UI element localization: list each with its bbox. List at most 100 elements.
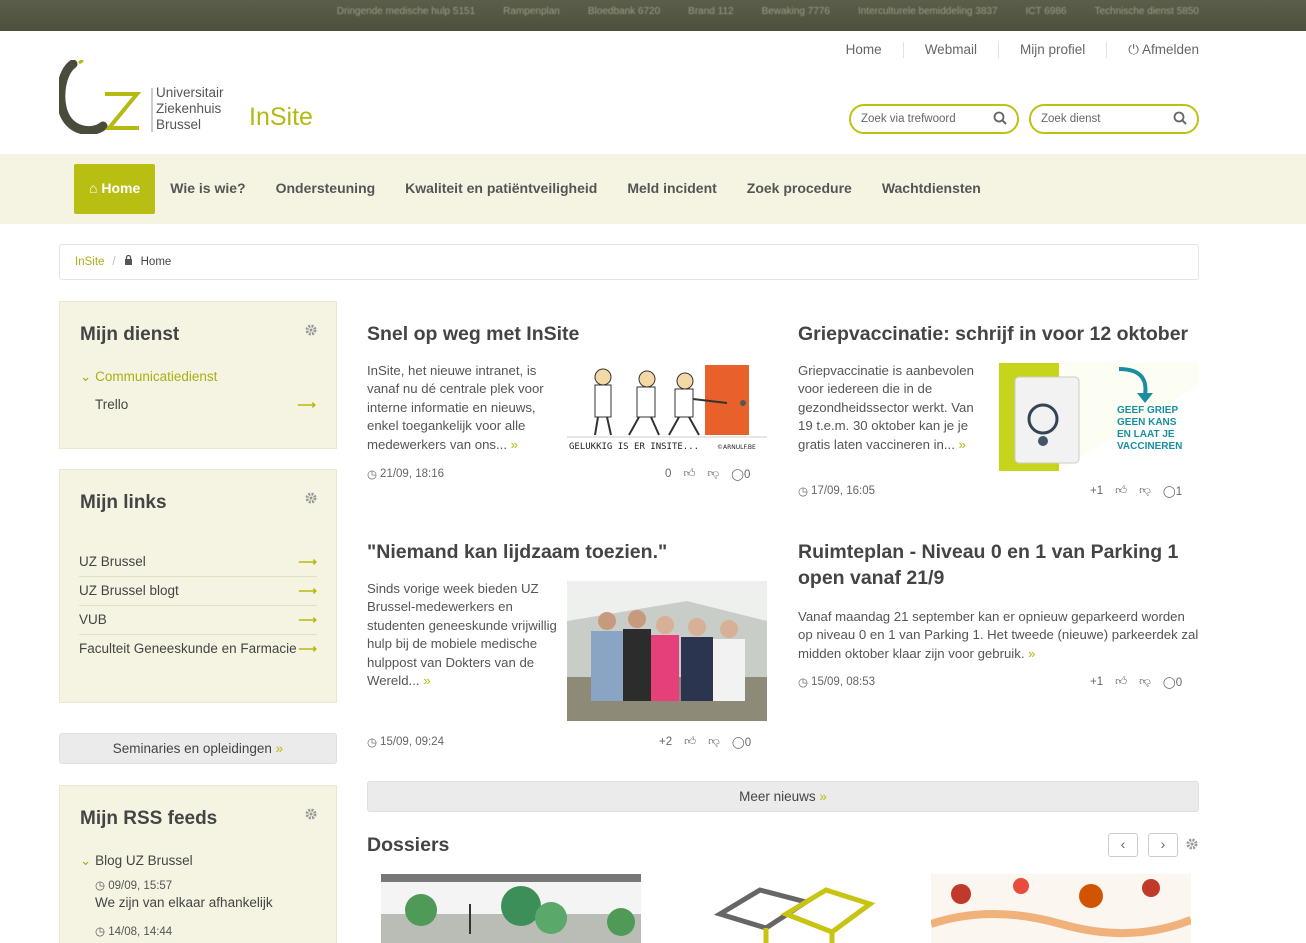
comment-button[interactable]: ◯0 [731,467,750,481]
read-more-icon[interactable]: » [511,437,518,452]
like-count: +1 [1090,485,1104,497]
thumbs-down-icon[interactable]: 👎︎ [708,735,720,749]
lock-icon [124,245,133,279]
header-link-profile[interactable]: Mijn profiel [999,42,1108,58]
arrow-right-icon: ⟶ [298,583,317,598]
carousel-prev-button[interactable]: ‹ [1108,833,1138,857]
read-more-icon[interactable]: » [959,437,966,452]
rss-entry-title[interactable]: We zijn van elkaar afhankelijk [95,895,273,910]
comment-icon: ◯ [731,737,745,749]
comment-button[interactable]: ◯1 [1163,484,1182,498]
news-title[interactable]: Ruimteplan - Niveau 0 en 1 van Parking 1… [798,539,1198,591]
rss-entry-date: ◷ 14/08, 14:44 [95,924,172,938]
dienst-group[interactable]: ⌄ Communicatiedienst [80,369,217,385]
dossier-image-cartoon[interactable] [931,874,1191,943]
clock-icon: ◷ [367,469,378,481]
dossier-image-blocks[interactable] [656,874,916,943]
uz-logo[interactable] [56,58,159,136]
chevron-down-icon: ⌄ [80,369,92,384]
news-title[interactable]: "Niemand kan lijdzaam toezien." [367,539,667,565]
nav-item-wachtdiensten[interactable]: Wachtdiensten [867,164,996,214]
search-icon[interactable] [1173,111,1187,128]
home-icon: ⌂ [89,180,98,196]
thumbs-down-icon[interactable]: 👎︎ [707,467,719,481]
thumbs-up-icon[interactable]: 👍︎ [684,735,696,749]
breadcrumb-root[interactable]: InSite [75,245,104,279]
gear-icon[interactable] [1186,838,1198,853]
rss-feed-group[interactable]: ⌄ Blog UZ Brussel [80,853,193,869]
rss-date: 14/08, 14:44 [108,926,173,938]
phone-item: Bloedbank 6720 [587,6,661,17]
nav-item-ondersteuning[interactable]: Ondersteuning [261,164,391,214]
dossier-image-park[interactable] [381,874,641,943]
clock-icon: ◷ [95,880,106,892]
news-title[interactable]: Griepvaccinatie: schrijf in voor 12 okto… [798,321,1203,347]
nav-item-wie-is-wie[interactable]: Wie is wie? [155,164,260,214]
keyword-search-input[interactable] [861,111,991,127]
news-excerpt: Sinds vorige week bieden UZ Brussel-mede… [367,580,557,690]
search-icon[interactable] [993,111,1007,128]
link-item[interactable]: Faculteit Geneeskunde en Farmacie ⟶ [79,635,317,664]
double-chevron-icon: » [819,789,827,804]
banner-line: VACCINEREN [1117,441,1182,452]
site-title[interactable]: InSite [249,103,313,132]
more-news-button[interactable]: Meer nieuws » [367,781,1199,812]
news-title[interactable]: Snel op weg met InSite [367,321,579,347]
gear-icon[interactable] [305,492,317,507]
phone-item: ICT 6986 [1025,6,1067,17]
cartoon-credit: ©ARNULF.BE [717,444,756,451]
dienst-item[interactable]: Trello [95,397,128,412]
thumbs-up-icon[interactable]: 👍︎ [1115,484,1127,498]
logo-line: Universitair [156,85,224,100]
chevron-right-icon: › [1160,836,1166,852]
phone-item: Rampenplan [503,6,560,17]
logo-line: Brussel [156,117,202,132]
link-item[interactable]: VUB ⟶ [79,606,317,635]
seminaries-label: Seminaries en opleidingen [112,741,272,756]
news-actions: 0 👍︎ 👎︎ ◯0 [665,467,750,481]
nav-item-kwaliteit[interactable]: Kwaliteit en patiëntveiligheid [390,164,612,214]
gear-icon[interactable] [305,324,317,339]
phone-item: Brand 112 [688,6,734,17]
gear-icon[interactable] [305,808,317,823]
comment-icon: ◯ [731,469,744,481]
news-date: ◷ 15/09, 09:24 [367,735,444,749]
carousel-next-button[interactable]: › [1148,833,1178,857]
rss-entry-date: ◷ 09/09, 15:57 [95,878,172,892]
arrow-right-icon: ⟶ [298,641,317,656]
phone-item: Bewaking 7776 [761,6,830,17]
news-date-text: 15/09, 09:24 [380,736,444,748]
rss-date: 09/09, 15:57 [108,880,173,892]
news-vaccine-image[interactable]: GEEF GRIEP GEEN KANS EN LAAT JE VACCINER… [999,363,1199,471]
header-link-home[interactable]: Home [825,42,904,58]
power-icon: ⏻ [1128,42,1139,57]
nav-item-home[interactable]: ⌂ Home [74,164,156,214]
thumbs-up-icon[interactable]: 👍︎ [683,467,695,481]
thumbs-down-icon[interactable]: 👎︎ [1139,675,1151,689]
header-link-logout[interactable]: ⏻ Afmelden [1107,42,1199,58]
news-volunteers-photo[interactable] [567,581,767,721]
link-label: VUB [79,612,107,627]
breadcrumb: InSite / Home [59,244,1199,280]
news-text: Griepvaccinatie is aanbevolen voor ieder… [798,363,974,452]
header-link-webmail[interactable]: Webmail [904,42,999,58]
comment-button[interactable]: ◯0 [732,735,751,749]
link-item[interactable]: UZ Brussel ⟶ [79,548,317,577]
nav-item-meld-incident[interactable]: Meld incident [612,164,731,214]
news-date-text: 21/09, 18:16 [380,468,444,480]
news-text: Sinds vorige week bieden UZ Brussel-mede… [367,581,557,689]
phone-item: Dringende medische hulp 5151 [336,6,476,17]
read-more-icon[interactable]: » [1028,646,1035,661]
news-cartoon-image[interactable]: GELUKKIG IS ER INSITE... ©ARNULF.BE [567,363,767,455]
comment-button[interactable]: ◯0 [1163,675,1182,689]
nav-item-zoek-procedure[interactable]: Zoek procedure [732,164,867,214]
link-item[interactable]: UZ Brussel blogt ⟶ [79,577,317,606]
seminaries-button[interactable]: Seminaries en opleidingen » [59,733,337,764]
service-search-input[interactable] [1041,111,1171,127]
thumbs-up-icon[interactable]: 👍︎ [1115,675,1127,689]
read-more-icon[interactable]: » [423,673,430,688]
arrow-right-icon[interactable]: ⟶ [297,397,316,413]
thumbs-down-icon[interactable]: 👎︎ [1139,484,1151,498]
dossiers-title: Dossiers [367,834,450,856]
panel-title: Mijn links [80,492,167,513]
